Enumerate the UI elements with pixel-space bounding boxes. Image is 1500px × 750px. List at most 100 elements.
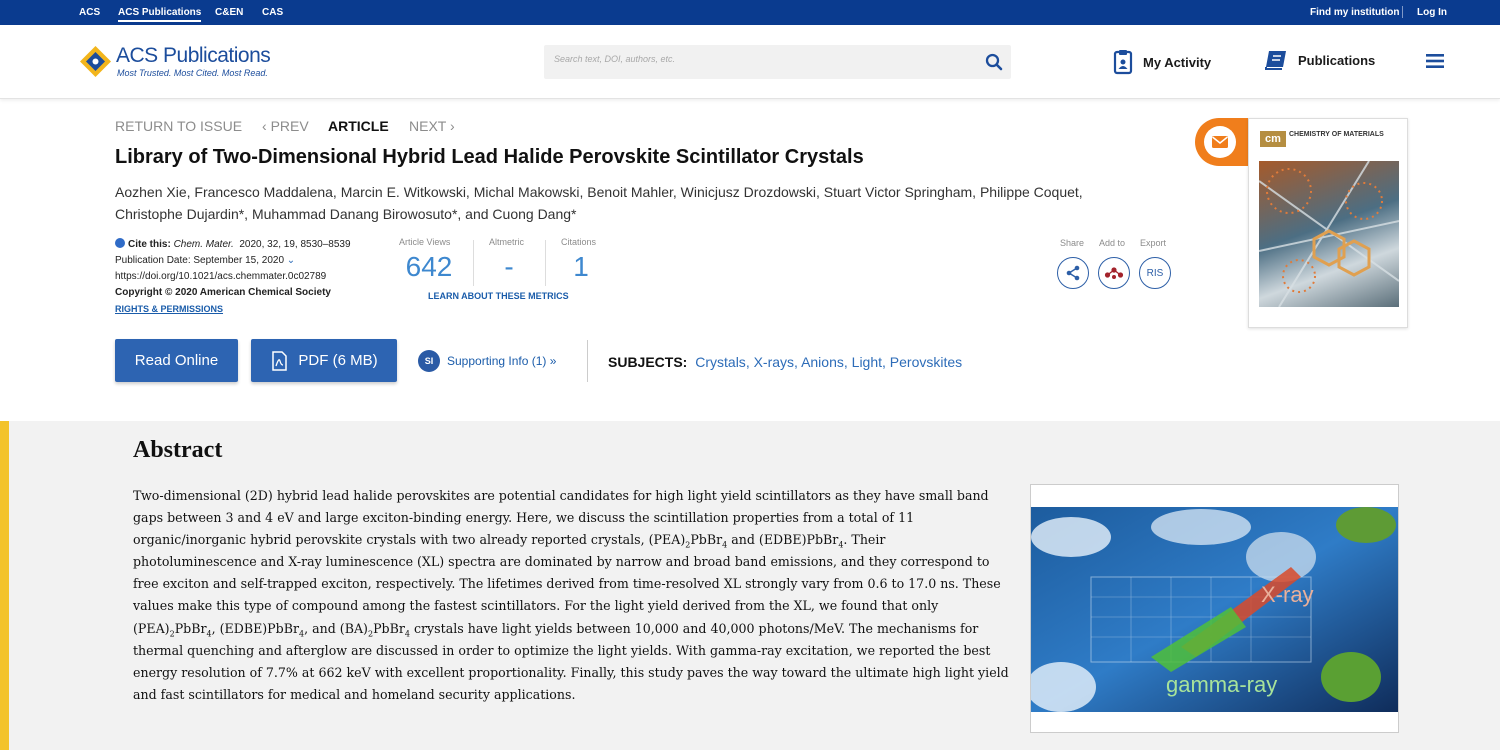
abstract-text-part: , [211, 620, 220, 636]
abstract-text-part: , and [304, 620, 340, 636]
toc-label-xray: X-ray [1261, 582, 1314, 607]
citations-label: Citations [561, 237, 597, 247]
pdf-file-icon [272, 350, 288, 371]
chevron-down-icon[interactable]: ⌄ [287, 255, 295, 266]
subject-crystals[interactable]: Crystals [695, 354, 746, 370]
altmetric-label: Altmetric [489, 237, 525, 247]
search-box [544, 45, 1011, 79]
learn-metrics-link[interactable]: LEARN ABOUT THESE METRICS [428, 291, 569, 301]
envelope-icon [1212, 136, 1228, 148]
article-title: Library of Two-Dimensional Hybrid Lead H… [115, 146, 864, 168]
chevron-left-icon: ‹ [262, 118, 271, 134]
citations-value[interactable]: 1 [566, 251, 596, 283]
metric-divider [545, 240, 546, 286]
cover-artwork-image [1259, 161, 1399, 307]
email-alert-tab[interactable] [1195, 118, 1255, 166]
next-article-link[interactable]: NEXT › [409, 118, 455, 134]
supporting-info-label: Supporting Info (1) » [447, 354, 557, 368]
pdf-label: PDF (6 MB) [298, 352, 378, 369]
search-input[interactable] [554, 54, 954, 64]
read-online-label: Read Online [134, 352, 219, 369]
chevron-right-icon: › [446, 118, 455, 134]
formula: PbBr [690, 532, 723, 548]
doi-link[interactable]: https://doi.org/10.1021/acs.chemmater.0c… [115, 269, 351, 285]
subject-perovskites[interactable]: Perovskites [890, 354, 962, 370]
journal-cover[interactable]: cm CHEMISTRY OF MATERIALS [1248, 118, 1408, 328]
subject-separator: , [843, 354, 852, 370]
add-to-label: Add to [1099, 238, 1126, 248]
toc-image: X-ray gamma-ray [1031, 507, 1398, 712]
topbar-link-acs-publications[interactable]: ACS Publications [118, 7, 202, 22]
abstract-heading: Abstract [133, 437, 223, 463]
read-online-button[interactable]: Read Online [115, 339, 238, 382]
subjects-divider [587, 340, 588, 382]
formula: PbBr [373, 620, 405, 636]
formula: (PEA) [648, 532, 686, 548]
share-icon [1066, 265, 1080, 281]
clipboard-icon [1113, 50, 1133, 75]
article-views-value[interactable]: 642 [399, 251, 459, 283]
share-label: Share [1060, 238, 1085, 248]
supporting-info-link[interactable]: SI Supporting Info (1) » [418, 350, 556, 372]
subject-anions[interactable]: Anions [801, 354, 844, 370]
publication-date: Publication Date: September 15, 2020 [115, 255, 284, 266]
add-to-mendeley-button[interactable] [1098, 257, 1130, 289]
altmetric-value[interactable]: - [494, 251, 524, 283]
article-views-label: Article Views [399, 237, 451, 247]
current-article-label: ARTICLE [328, 118, 389, 134]
search-icon[interactable] [985, 53, 1003, 71]
formula: (EDBE)PbBr [219, 620, 299, 636]
hamburger-menu-icon[interactable] [1426, 54, 1444, 68]
citation-volume: 2020, 32, 19, 8530–8539 [239, 239, 351, 250]
copyright-text: Copyright © 2020 American Chemical Socie… [115, 287, 331, 298]
cite-this-label[interactable]: Cite this: [128, 239, 171, 250]
article-authors[interactable]: Aozhen Xie, Francesco Maddalena, Marcin … [115, 181, 1115, 225]
return-to-issue-link[interactable]: RETURN TO ISSUE [115, 118, 242, 134]
logo-tagline: Most Trusted. Most Cited. Most Read. [117, 68, 268, 78]
site-header: ACS Publications Most Trusted. Most Cite… [0, 25, 1500, 99]
topbar-link-cen[interactable]: C&EN [215, 7, 243, 18]
my-activity-label: My Activity [1143, 54, 1212, 70]
top-nav-bar: ACS ACS Publications C&EN CAS Find my in… [0, 0, 1500, 25]
si-badge: SI [418, 350, 440, 372]
login-link[interactable]: Log In [1417, 7, 1447, 18]
book-icon [1265, 51, 1286, 70]
publications-label: Publications [1298, 52, 1376, 68]
subjects-label: SUBJECTS: [608, 354, 688, 370]
subject-separator: , [794, 354, 802, 370]
journal-cover-title: CHEMISTRY OF MATERIALS [1289, 131, 1384, 138]
topbar-divider [1402, 6, 1403, 18]
acs-logo-icon[interactable] [79, 45, 112, 78]
formula: (PEA) [133, 620, 170, 636]
check-circle-icon [115, 238, 125, 248]
next-label: NEXT [409, 118, 447, 134]
subject-separator: , [882, 354, 890, 370]
my-activity-button[interactable]: My Activity [1113, 49, 1211, 75]
toc-label-gamma: gamma-ray [1166, 672, 1277, 697]
prev-label: PREV [270, 118, 309, 134]
subjects-list: SUBJECTS: Crystals, X-rays, Anions, Ligh… [608, 354, 962, 370]
email-icon-circle [1204, 126, 1236, 158]
topbar-link-cas[interactable]: CAS [262, 7, 283, 18]
find-institution-link[interactable]: Find my institution [1310, 7, 1399, 18]
export-label: Export [1140, 238, 1167, 248]
export-ris-button[interactable]: RIS [1139, 257, 1171, 289]
subject-x-rays[interactable]: X-rays [754, 354, 794, 370]
rights-permissions-link[interactable]: RIGHTS & PERMISSIONS [115, 304, 223, 314]
share-button[interactable] [1057, 257, 1089, 289]
publications-button[interactable]: Publications [1264, 49, 1375, 71]
toc-graphic[interactable]: X-ray gamma-ray [1030, 484, 1399, 733]
topbar-link-acs[interactable]: ACS [79, 7, 100, 18]
metric-divider [473, 240, 474, 286]
prev-article-link[interactable]: ‹ PREV [262, 118, 309, 134]
journal-name: Chem. Mater. [173, 239, 234, 250]
mendeley-icon [1104, 267, 1124, 279]
subject-separator: , [745, 354, 754, 370]
abstract-accent-bar [0, 421, 9, 750]
logo-text[interactable]: ACS Publications [116, 44, 271, 68]
subject-light[interactable]: Light [852, 354, 882, 370]
formula: (BA) [339, 620, 368, 636]
pdf-download-button[interactable]: PDF (6 MB) [251, 339, 397, 382]
citation-block: Cite this: Chem. Mater. 2020, 32, 19, 85… [115, 237, 351, 318]
formula: PbBr [174, 620, 207, 636]
